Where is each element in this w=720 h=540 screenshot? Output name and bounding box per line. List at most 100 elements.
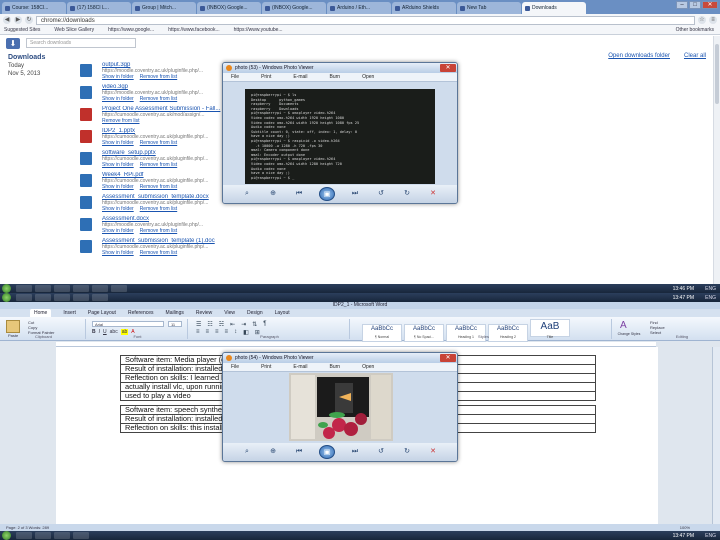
browser-tab[interactable]: Course: 158CI... [2, 2, 66, 14]
zoom-icon[interactable]: ⌕ [241, 190, 253, 198]
font-name-select[interactable]: Arial [92, 321, 164, 327]
tab-mailings[interactable]: Mailings [166, 309, 184, 317]
menu-print[interactable]: Print [261, 363, 271, 371]
menu-burn[interactable]: Burn [330, 73, 341, 81]
close-button[interactable]: ✕ [440, 64, 456, 72]
style-option[interactable]: AaBbCc ¶ No Spaci... [404, 324, 444, 342]
tab-home[interactable]: Home [30, 309, 52, 317]
numbering-icon[interactable]: ☷ [207, 321, 212, 328]
taskbar-item[interactable] [73, 532, 89, 539]
menu-open[interactable]: Open [362, 73, 374, 81]
start-button[interactable] [2, 293, 11, 302]
remove-from-list-link[interactable]: Remove from list [140, 228, 178, 234]
page-scrollbar[interactable] [713, 36, 720, 285]
browser-tab[interactable]: (17) 158CI L... [67, 2, 131, 14]
tab-review[interactable]: Review [196, 309, 212, 317]
tab-view[interactable]: View [224, 309, 235, 317]
taskbar-item[interactable] [54, 285, 70, 292]
show-in-folder-link[interactable]: Show in folder [102, 96, 134, 102]
tab-references[interactable]: References [128, 309, 154, 317]
remove-from-list-link[interactable]: Remove from list [140, 206, 178, 212]
browser-tab-active[interactable]: Downloads [522, 2, 586, 14]
show-in-folder-link[interactable]: Show in folder [102, 74, 134, 80]
previous-icon[interactable]: ⏮ [293, 448, 305, 456]
change-styles-icon[interactable]: A [620, 320, 627, 331]
zoom-icon[interactable]: ⌕ [241, 448, 253, 456]
bookmark-item[interactable]: Web Slice Gallery [54, 26, 94, 34]
sort-icon[interactable]: ⇅ [252, 321, 257, 328]
increase-indent-icon[interactable]: ⇥ [241, 321, 246, 328]
maximize-button[interactable]: □ [689, 1, 701, 9]
menu-open[interactable]: Open [362, 363, 374, 371]
minimize-button[interactable]: – [676, 1, 688, 9]
taskbar-item[interactable] [35, 532, 51, 539]
show-in-folder-link[interactable]: Show in folder [102, 206, 134, 212]
show-in-folder-link[interactable]: Remove from list [102, 118, 140, 124]
bookmark-item[interactable]: https://www.google... [108, 26, 154, 34]
rotate-right-icon[interactable]: ↻ [401, 190, 413, 198]
reload-icon[interactable]: ↻ [25, 16, 33, 24]
tab-page-layout[interactable]: Page Layout [88, 309, 116, 317]
delete-icon[interactable]: ✕ [427, 448, 439, 456]
browser-tab[interactable]: Arduino / Eth... [327, 2, 391, 14]
show-in-folder-link[interactable]: Show in folder [102, 162, 134, 168]
next-icon[interactable]: ⏭ [349, 448, 361, 456]
taskbar-item[interactable] [16, 285, 32, 292]
close-button[interactable]: ✕ [440, 354, 456, 362]
font-size-select[interactable]: 11 [168, 321, 182, 327]
browser-tab[interactable]: ARduino Shields [392, 2, 456, 14]
open-downloads-folder-link[interactable]: Open downloads folder [608, 53, 670, 59]
menu-email[interactable]: E-mail [293, 73, 307, 81]
remove-from-list-link[interactable]: Remove from list [140, 162, 178, 168]
slideshow-icon[interactable]: ▣ [319, 445, 335, 459]
taskbar-item[interactable] [73, 294, 89, 301]
rotate-left-icon[interactable]: ↺ [375, 448, 387, 456]
pilcrow-icon[interactable]: ¶ [263, 321, 266, 328]
taskbar-item[interactable] [92, 294, 108, 301]
bookmark-item[interactable]: https://www.youtube... [234, 26, 283, 34]
paste-icon[interactable] [6, 320, 20, 333]
show-in-folder-link[interactable]: Show in folder [102, 250, 134, 256]
style-option[interactable]: AaBbCc Heading 1 [446, 324, 486, 342]
next-icon[interactable]: ⏭ [349, 190, 361, 198]
remove-from-list-link[interactable]: Remove from list [140, 184, 178, 190]
previous-icon[interactable]: ⏮ [293, 190, 305, 198]
actual-size-icon[interactable]: ⊕ [267, 190, 279, 198]
star-icon[interactable]: ☆ [698, 16, 706, 24]
taskbar-item[interactable] [73, 285, 89, 292]
delete-icon[interactable]: ✕ [427, 190, 439, 198]
other-bookmarks[interactable]: Other bookmarks [676, 26, 714, 34]
taskbar-item[interactable] [35, 294, 51, 301]
style-option[interactable]: AaBbCc Heading 2 [488, 324, 528, 342]
back-icon[interactable]: ◀ [3, 16, 11, 24]
address-bar[interactable]: chrome://downloads [36, 15, 695, 25]
taskbar-item[interactable] [16, 294, 32, 301]
remove-from-list-link[interactable]: Remove from list [140, 250, 178, 256]
slideshow-icon[interactable]: ▣ [319, 187, 335, 201]
menu-file[interactable]: File [231, 363, 239, 371]
close-button[interactable]: ✕ [702, 1, 718, 9]
menu-print[interactable]: Print [261, 73, 271, 81]
taskbar-item[interactable] [92, 285, 108, 292]
tab-design[interactable]: Design [247, 309, 263, 317]
multilevel-icon[interactable]: ☵ [219, 321, 224, 328]
menu-email[interactable]: E-mail [293, 363, 307, 371]
zoom-level[interactable]: 100% [680, 524, 690, 531]
bookmark-item[interactable]: Suggested Sites [4, 26, 40, 34]
browser-tab[interactable]: New Tab [457, 2, 521, 14]
document-scrollbar[interactable] [712, 347, 720, 524]
remove-from-list-link[interactable]: Remove from list [140, 140, 178, 146]
clear-all-link[interactable]: Clear all [684, 53, 706, 59]
menu-file[interactable]: File [231, 73, 239, 81]
rotate-left-icon[interactable]: ↺ [375, 190, 387, 198]
decrease-indent-icon[interactable]: ⇤ [230, 321, 235, 328]
remove-from-list-link[interactable]: Remove from list [140, 74, 178, 80]
taskbar-item[interactable] [35, 285, 51, 292]
start-button[interactable] [2, 531, 11, 540]
actual-size-icon[interactable]: ⊕ [267, 448, 279, 456]
show-in-folder-link[interactable]: Show in folder [102, 184, 134, 190]
taskbar-item[interactable] [54, 532, 70, 539]
menu-burn[interactable]: Burn [330, 363, 341, 371]
taskbar-item[interactable] [54, 294, 70, 301]
search-downloads-input[interactable]: Search downloads [26, 38, 136, 48]
